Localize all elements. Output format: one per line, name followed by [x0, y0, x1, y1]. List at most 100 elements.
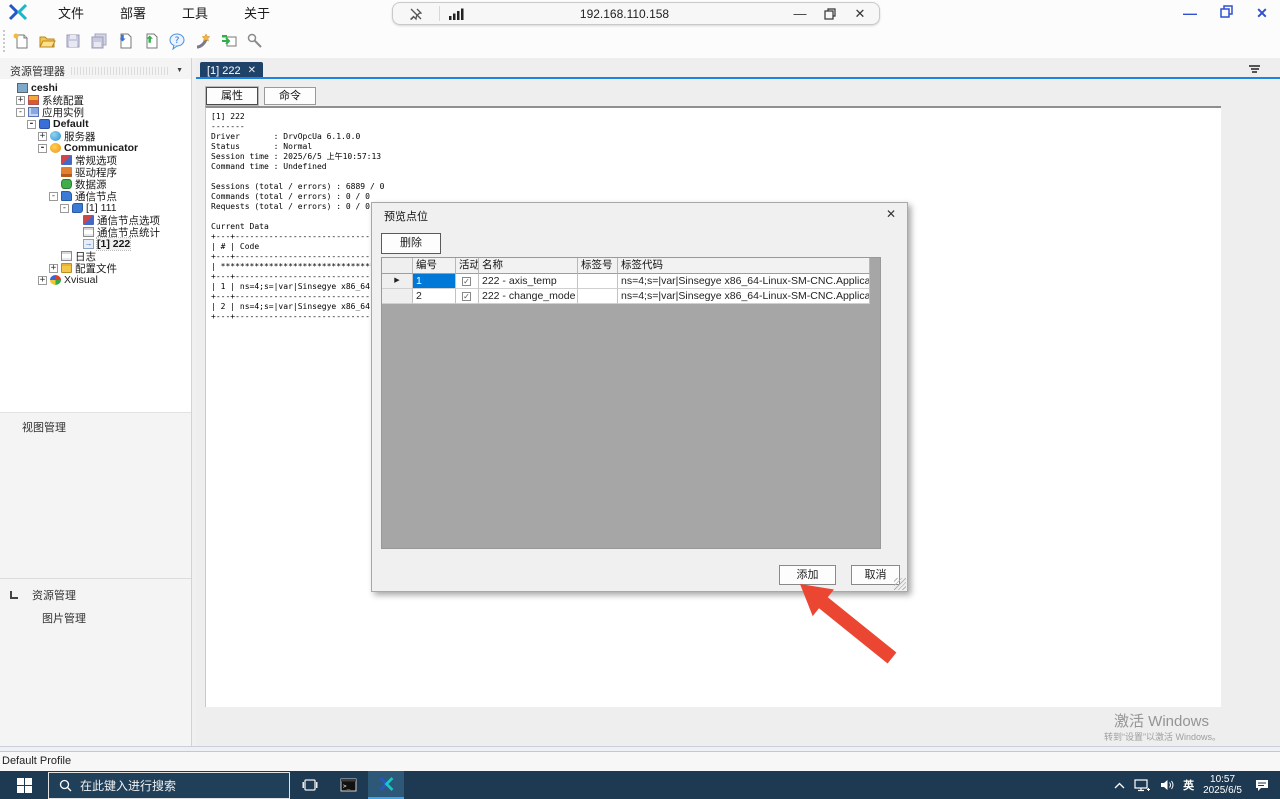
table-row[interactable]: 2 ✓ 222 - change_mode ns=4;s=|var|Sinsegye …: [382, 289, 880, 304]
network-icon[interactable]: [1134, 778, 1151, 792]
collapse-icon[interactable]: -: [27, 119, 36, 129]
dialog-close-button[interactable]: ✕: [883, 207, 899, 221]
expand-icon[interactable]: +: [49, 263, 58, 273]
add-target-button[interactable]: [218, 30, 240, 52]
tree-item[interactable]: 通信节点选项: [0, 214, 191, 227]
cell-number[interactable]: 1: [413, 274, 456, 289]
column-header[interactable]: 编号: [413, 258, 456, 274]
properties-button[interactable]: 属性: [206, 87, 258, 105]
command-button[interactable]: 命令: [264, 87, 316, 105]
explorer-header[interactable]: 资源管理器 ▼: [0, 62, 191, 79]
table-row[interactable]: ▶ 1 ✓ 222 - axis_temp ns=4;s=|var|Sinsegye x…: [382, 274, 880, 289]
tree-item[interactable]: - [1] 111: [0, 202, 191, 214]
open-button[interactable]: [36, 30, 58, 52]
collapse-icon[interactable]: -: [16, 107, 25, 117]
status-profile: Default Profile: [2, 755, 72, 767]
tree-item[interactable]: - 应用实例: [0, 106, 191, 119]
tree-item[interactable]: + 系统配置: [0, 94, 191, 107]
column-header[interactable]: 标签号: [578, 258, 618, 274]
delete-button[interactable]: 删除: [381, 233, 441, 254]
column-header[interactable]: 活动: [456, 258, 479, 274]
ime-indicator[interactable]: 英: [1183, 777, 1194, 793]
checkbox-checked-icon[interactable]: ✓: [462, 292, 471, 301]
tray-chevron-up-icon[interactable]: [1114, 782, 1125, 789]
chevron-down-icon[interactable]: ▼: [176, 67, 183, 74]
new-file-button[interactable]: [10, 30, 32, 52]
panel-drag-area[interactable]: [71, 66, 171, 75]
tree-item[interactable]: - Default: [0, 118, 191, 130]
taskbar-clock[interactable]: 10:57 2025/6/5: [1203, 774, 1242, 796]
remote-close-button[interactable]: ✕: [845, 3, 875, 24]
cell-number[interactable]: 2: [413, 289, 456, 304]
console-line: Status : Normal: [211, 142, 313, 151]
start-button[interactable]: [0, 771, 48, 799]
tab-label: [1] 222: [207, 64, 241, 77]
server-icon: [50, 131, 61, 141]
collapse-icon[interactable]: -: [49, 191, 58, 201]
header-row-selector[interactable]: [382, 258, 413, 274]
cell-tag-code[interactable]: ns=4;s=|var|Sinsegye x86_64-Linux-SM-CNC…: [618, 289, 870, 304]
points-table[interactable]: 编号 活动 名称 标签号 标签代码 ▶ 1 ✓ 222 - axis_temp ns=4;s=|v…: [381, 257, 881, 549]
expand-icon[interactable]: +: [16, 95, 25, 105]
tree-item[interactable]: + 服务器: [0, 130, 191, 143]
window-close-button[interactable]: ✕: [1244, 5, 1280, 22]
collapse-icon[interactable]: -: [38, 143, 47, 153]
column-header[interactable]: 标签代码: [618, 258, 870, 274]
menu-deploy[interactable]: 部署: [114, 1, 152, 24]
collapse-icon[interactable]: -: [60, 203, 69, 213]
remote-minimize-button[interactable]: —: [785, 3, 815, 24]
checkbox-checked-icon[interactable]: ✓: [462, 277, 471, 286]
activate-windows-subtext: 转到“设置”以激活 Windows。: [1104, 732, 1222, 742]
tab-list-icon[interactable]: [1249, 65, 1260, 74]
menu-file[interactable]: 文件: [52, 1, 90, 24]
window-restore-button[interactable]: [1208, 5, 1244, 21]
toolbar-grip[interactable]: [3, 30, 6, 52]
pin-off-button[interactable]: [401, 3, 431, 24]
cell-tag-number[interactable]: [578, 289, 618, 304]
window-minimize-button[interactable]: —: [1172, 5, 1208, 21]
help-button[interactable]: ?: [166, 30, 188, 52]
cell-tag-code[interactable]: ns=4;s=|var|Sinsegye x86_64-Linux-SM-CNC…: [618, 274, 870, 289]
resource-manager-item[interactable]: 资源管理: [10, 587, 76, 603]
x-app-button[interactable]: [368, 771, 404, 799]
cell-name[interactable]: 222 - change_mode: [479, 289, 578, 304]
cell-tag-number[interactable]: [578, 274, 618, 289]
row-marker[interactable]: ▶: [382, 274, 413, 289]
tree-item[interactable]: + Xvisual: [0, 274, 191, 286]
column-header[interactable]: 名称: [479, 258, 578, 274]
search-button[interactable]: [244, 30, 266, 52]
tree-item[interactable]: 通信节点统计: [0, 226, 191, 239]
task-view-button[interactable]: [292, 771, 328, 799]
row-marker[interactable]: [382, 289, 413, 304]
notification-center-icon[interactable]: [1254, 778, 1270, 792]
menu-tools[interactable]: 工具: [176, 1, 214, 24]
import-button[interactable]: [114, 30, 136, 52]
speaker-icon[interactable]: [1160, 779, 1174, 791]
terminal-icon: >_: [340, 778, 356, 792]
cell-active[interactable]: ✓: [456, 289, 479, 304]
export-button[interactable]: [140, 30, 162, 52]
expand-icon[interactable]: +: [38, 275, 47, 285]
expand-icon[interactable]: +: [38, 131, 47, 141]
tree-item[interactable]: - 通信节点: [0, 190, 191, 203]
tree-item[interactable]: ceshi: [0, 82, 191, 94]
cell-name[interactable]: 222 - axis_temp: [479, 274, 578, 289]
cell-active[interactable]: ✓: [456, 274, 479, 289]
tab-close-icon[interactable]: ✕: [248, 65, 256, 76]
save-button[interactable]: [62, 30, 84, 52]
image-manager-item[interactable]: 图片管理: [42, 610, 86, 626]
console-line: Sessions (total / errors) : 6889 / 0: [211, 182, 385, 191]
menu-about[interactable]: 关于: [238, 1, 276, 24]
taskbar-search[interactable]: 在此键入进行搜索: [48, 771, 290, 799]
view-manager-label[interactable]: 视图管理: [22, 419, 66, 435]
save-all-button[interactable]: [88, 30, 110, 52]
communicator-icon: [50, 143, 61, 153]
terminal-app-button[interactable]: >_: [330, 771, 366, 799]
tree-item[interactable]: + 配置文件: [0, 262, 191, 275]
task-view-icon: [302, 779, 318, 791]
preview-points-dialog: 预览点位 ✕ 删除 编号 活动 名称 标签号 标签代码 ▶ 1 ✓ 222 - axis_tem…: [371, 202, 908, 592]
remote-restore-button[interactable]: [815, 3, 845, 24]
deploy-button[interactable]: [192, 30, 214, 52]
